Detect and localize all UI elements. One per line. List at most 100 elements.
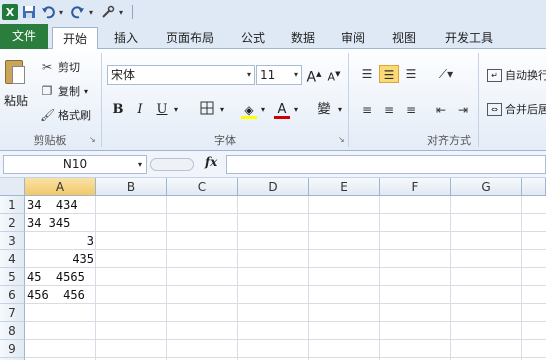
fill-color-button[interactable]: ◈ bbox=[240, 101, 258, 119]
brush-icon: 🖌 bbox=[40, 108, 56, 122]
cell-a1[interactable]: 34 434 bbox=[27, 196, 94, 214]
row-header-5[interactable]: 5 bbox=[0, 268, 25, 286]
copy-button[interactable]: ❐ 复制 ▾ bbox=[40, 81, 88, 101]
clipboard-launcher-icon[interactable]: ↘ bbox=[89, 135, 96, 144]
align-left-button[interactable]: ≡ bbox=[357, 101, 377, 119]
wrap-text-icon: ↵ bbox=[487, 68, 502, 82]
borders-dropdown-icon[interactable]: ▾ bbox=[218, 101, 226, 119]
tab-view[interactable]: 视图 bbox=[385, 27, 423, 49]
tab-data[interactable]: 数据 bbox=[284, 27, 322, 49]
column-header-h[interactable] bbox=[522, 178, 546, 196]
column-gridline bbox=[237, 196, 238, 360]
save-icon[interactable] bbox=[21, 4, 37, 20]
row-header-1[interactable]: 1 bbox=[0, 196, 25, 214]
italic-button[interactable]: I bbox=[132, 101, 148, 119]
phonetic-dropdown-icon[interactable]: ▾ bbox=[336, 101, 344, 119]
format-painter-button[interactable]: 🖌 格式刷 bbox=[40, 105, 91, 125]
align-center-button[interactable]: ≡ bbox=[379, 101, 399, 119]
insert-function-button[interactable]: fx bbox=[205, 155, 217, 169]
font-launcher-icon[interactable]: ↘ bbox=[338, 135, 345, 144]
grow-font-label: A bbox=[306, 69, 317, 86]
cell-a3[interactable]: 3 bbox=[27, 232, 94, 250]
tab-home[interactable]: 开始 bbox=[52, 27, 98, 50]
row-header-3[interactable]: 3 bbox=[0, 232, 25, 250]
cell-a5[interactable]: 45 4565 bbox=[27, 268, 94, 286]
phonetic-button[interactable]: 變 bbox=[314, 101, 334, 119]
copy-icon: ❐ bbox=[41, 84, 53, 98]
decrease-indent-button[interactable]: ⇤ bbox=[431, 101, 451, 119]
row-gridline bbox=[25, 249, 546, 250]
row-header-9[interactable]: 9 bbox=[0, 340, 25, 358]
undo-icon[interactable] bbox=[40, 4, 56, 20]
column-gridline bbox=[166, 196, 167, 360]
font-color-dropdown-icon[interactable]: ▾ bbox=[292, 101, 300, 119]
column-header-e[interactable]: E bbox=[309, 178, 380, 196]
column-header-b[interactable]: B bbox=[96, 178, 167, 196]
copy-dropdown-icon[interactable]: ▾ bbox=[84, 87, 88, 96]
fill-dropdown-icon[interactable]: ▾ bbox=[259, 101, 267, 119]
formula-input[interactable] bbox=[226, 155, 546, 174]
row-gridline bbox=[25, 213, 546, 214]
column-header-d[interactable]: D bbox=[238, 178, 309, 196]
row-gridline bbox=[25, 267, 546, 268]
row-header-7[interactable]: 7 bbox=[0, 304, 25, 322]
shrink-font-label: A bbox=[327, 70, 336, 84]
font-color-button[interactable]: A bbox=[273, 101, 291, 119]
row-gridline bbox=[25, 357, 546, 358]
tools-icon[interactable] bbox=[100, 4, 116, 20]
grow-font-button[interactable]: A▲ bbox=[305, 65, 323, 86]
excel-logo-icon: X bbox=[2, 4, 18, 20]
column-gridline bbox=[450, 196, 451, 360]
tab-page-layout[interactable]: 页面布局 bbox=[160, 27, 220, 49]
cell-a4[interactable]: 435 bbox=[27, 250, 94, 268]
column-header-c[interactable]: C bbox=[167, 178, 238, 196]
orientation-button[interactable]: ⟋▾ bbox=[433, 65, 459, 83]
underline-dropdown-icon[interactable]: ▾ bbox=[172, 101, 180, 119]
cell-a6[interactable]: 456 456 bbox=[27, 286, 94, 304]
tab-formulas[interactable]: 公式 bbox=[234, 27, 272, 49]
align-right-button[interactable]: ≡ bbox=[401, 101, 421, 119]
font-size-combo[interactable]: 11 ▾ bbox=[256, 65, 302, 85]
align-top-button[interactable]: ☰ bbox=[357, 65, 377, 83]
cell-a2[interactable]: 34 345 bbox=[27, 214, 94, 232]
paste-icon[interactable] bbox=[5, 56, 27, 86]
redo-dropdown-icon[interactable]: ▾ bbox=[89, 8, 97, 17]
row-header-6[interactable]: 6 bbox=[0, 286, 25, 304]
wrap-text-button[interactable]: ↵ 自动换行 bbox=[487, 65, 546, 85]
column-header-f[interactable]: F bbox=[380, 178, 451, 196]
row-gridline bbox=[25, 285, 546, 286]
formula-bar-resize-handle[interactable] bbox=[150, 158, 194, 171]
align-middle-button[interactable]: ☰ bbox=[379, 65, 399, 83]
align-bottom-button[interactable]: ☰ bbox=[401, 65, 421, 83]
quick-access-toolbar: X ▾ ▾ ▾ bbox=[0, 0, 546, 24]
row-header-4[interactable]: 4 bbox=[0, 250, 25, 268]
row-header-8[interactable]: 8 bbox=[0, 322, 25, 340]
paste-button[interactable]: 粘贴 bbox=[4, 92, 28, 109]
shrink-font-button[interactable]: A▼ bbox=[325, 65, 343, 84]
select-all-button[interactable] bbox=[0, 178, 25, 196]
increase-indent-button[interactable]: ⇥ bbox=[453, 101, 473, 119]
row-gridline bbox=[25, 303, 546, 304]
tab-insert[interactable]: 插入 bbox=[106, 27, 146, 49]
font-color-swatch bbox=[274, 116, 290, 119]
column-header-a[interactable]: A bbox=[25, 178, 96, 196]
font-name-combo[interactable]: 宋体 ▾ bbox=[107, 65, 255, 85]
merge-center-button[interactable]: ⇔ 合并后居中 bbox=[487, 99, 546, 119]
row-header-2[interactable]: 2 bbox=[0, 214, 25, 232]
chevron-down-icon: ▾ bbox=[246, 70, 251, 79]
borders-button[interactable] bbox=[196, 101, 218, 119]
worksheet-grid[interactable]: ABCDEFG1234567891034 43434 345343545 456… bbox=[0, 178, 546, 360]
bold-button[interactable]: B bbox=[110, 101, 126, 119]
copy-label: 复制 bbox=[58, 85, 80, 98]
name-box[interactable]: N10 ▾ bbox=[3, 155, 147, 174]
redo-icon[interactable] bbox=[70, 4, 86, 20]
tab-review[interactable]: 审阅 bbox=[334, 27, 372, 49]
tab-file[interactable]: 文件 bbox=[0, 24, 48, 49]
fill-bucket-icon: ◈ bbox=[244, 103, 254, 117]
tab-developer[interactable]: 开发工具 bbox=[437, 27, 501, 49]
cut-button[interactable]: ✂ 剪切 bbox=[40, 57, 80, 77]
undo-dropdown-icon[interactable]: ▾ bbox=[59, 8, 67, 17]
column-header-g[interactable]: G bbox=[451, 178, 522, 196]
underline-button[interactable]: U bbox=[154, 101, 170, 119]
tools-dropdown-icon[interactable]: ▾ bbox=[119, 8, 127, 17]
